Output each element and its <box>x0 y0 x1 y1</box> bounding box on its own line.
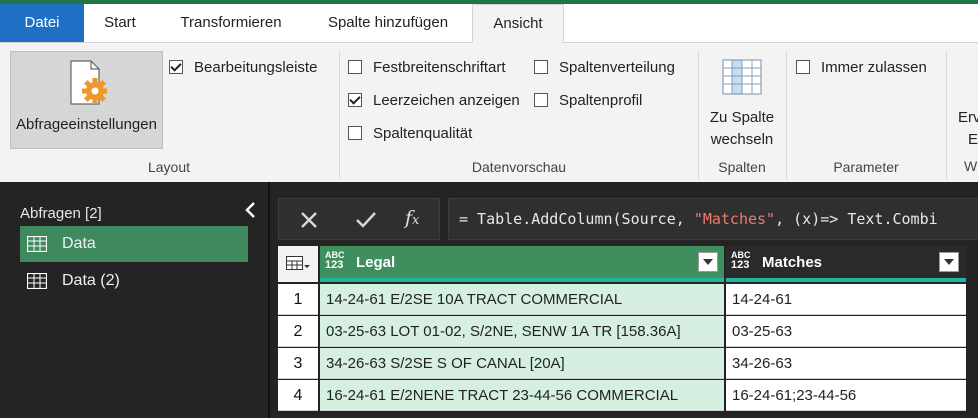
chevron-left-icon[interactable] <box>242 200 260 220</box>
always-allow-checkbox-row[interactable]: Immer zulassen <box>796 56 927 78</box>
group-label-spalten: Spalten <box>718 159 766 175</box>
show-whitespace-checkbox-row[interactable]: Leerzeichen anzeigen <box>348 89 520 111</box>
queries-panel-divider[interactable] <box>268 182 270 418</box>
column-header-label: Legal <box>356 254 396 271</box>
group-divider <box>946 51 947 179</box>
column-distribution-checkbox[interactable] <box>534 60 548 74</box>
formula-text[interactable]: = Table.AddColumn(Source, "Matches", (x)… <box>448 198 978 240</box>
column-header-matches[interactable]: ABC 123 Matches <box>726 246 966 282</box>
cutoff-label-top[interactable]: Erv <box>958 109 978 126</box>
filter-dropdown-icon[interactable] <box>939 252 959 272</box>
go-to-column-label-2: wechseln <box>710 131 774 148</box>
formula-bar-checkbox[interactable] <box>169 60 183 74</box>
group-label-parameter: Parameter <box>833 159 899 175</box>
go-to-column-icon <box>722 59 762 95</box>
query-item-label: Data <box>62 235 96 252</box>
column-profile-checkbox-row[interactable]: Spaltenprofil <box>534 89 642 111</box>
tab-datei[interactable]: Datei <box>0 4 84 42</box>
table-cell-legal[interactable]: 03-25-63 LOT 01-02, S/2NE, SENW 1A TR [1… <box>320 316 724 347</box>
column-profile-label: Spaltenprofil <box>559 91 643 109</box>
monospace-checkbox-row[interactable]: Festbreitenschriftart <box>348 56 506 78</box>
type-any-icon[interactable]: ABC 123 <box>731 250 751 271</box>
confirm-check-icon[interactable] <box>355 210 377 230</box>
query-item-label: Data (2) <box>62 272 120 289</box>
always-allow-label: Immer zulassen <box>821 58 927 76</box>
tab-transformieren[interactable]: Transformieren <box>160 4 302 42</box>
formula-string-literal: "Matches" <box>693 210 776 228</box>
table-cell-matches[interactable]: 34-26-63 <box>726 348 966 379</box>
show-whitespace-label: Leerzeichen anzeigen <box>373 91 520 109</box>
table-menu-corner[interactable] <box>278 246 318 282</box>
query-settings-icon <box>70 60 107 105</box>
table-icon <box>27 236 47 252</box>
cutoff-label-mid: E <box>968 131 978 148</box>
formula-bar-controls: fx <box>278 198 440 240</box>
filter-dropdown-icon[interactable] <box>698 252 718 272</box>
table-cell-matches[interactable]: 03-25-63 <box>726 316 966 347</box>
column-distribution-label: Spaltenverteilung <box>559 58 675 76</box>
go-to-column-button[interactable]: Zu Spalte wechseln <box>702 51 782 151</box>
monospace-checkbox[interactable] <box>348 60 362 74</box>
always-allow-checkbox[interactable] <box>796 60 810 74</box>
row-number[interactable]: 3 <box>278 348 318 379</box>
tab-ansicht[interactable]: Ansicht <box>472 4 564 43</box>
query-item-data-2[interactable]: Data (2) <box>20 263 248 299</box>
cancel-icon[interactable] <box>299 210 319 230</box>
queries-pane-title: Abfragen [2] <box>20 205 102 222</box>
ribbon: Abfrageeinstellungen Bearbeitungsleiste … <box>0 43 978 182</box>
fx-icon[interactable]: fx <box>405 207 419 229</box>
table-cell-legal[interactable]: 14-24-61 E/2SE 10A TRACT COMMERCIAL <box>320 284 724 315</box>
formula-bar-label: Bearbeitungsleiste <box>194 58 318 76</box>
formula-code: = Table.AddColumn(Source, <box>459 210 694 228</box>
column-header-label: Matches <box>762 254 823 271</box>
table-cell-matches[interactable]: 14-24-61 <box>726 284 966 315</box>
table-menu-icon <box>286 256 310 270</box>
query-settings-button[interactable]: Abfrageeinstellungen <box>10 51 163 149</box>
column-quality-checkbox-row[interactable]: Spaltenqualität <box>348 122 472 144</box>
tab-start[interactable]: Start <box>84 4 156 42</box>
formula-bar-checkbox-row[interactable]: Bearbeitungsleiste <box>169 56 317 78</box>
cutoff-group-label: W <box>964 158 978 174</box>
column-header-legal[interactable]: ABC 123 Legal <box>320 246 724 282</box>
column-quality-checkbox[interactable] <box>348 126 362 140</box>
row-number[interactable]: 2 <box>278 316 318 347</box>
tab-spalte-hinzufuegen[interactable]: Spalte hinzufügen <box>306 4 470 42</box>
monospace-label: Festbreitenschriftart <box>373 58 506 76</box>
type-any-icon[interactable]: ABC 123 <box>325 250 345 271</box>
table-icon <box>27 273 47 289</box>
go-to-column-label-1: Zu Spalte <box>709 109 775 126</box>
query-item-data[interactable]: Data <box>20 226 248 262</box>
table-cell-legal[interactable]: 34-26-63 S/2SE S OF CANAL [20A] <box>320 348 724 379</box>
group-label-layout: Layout <box>147 159 191 175</box>
row-number[interactable]: 4 <box>278 380 318 411</box>
type-badge-bottom: 123 <box>731 259 750 271</box>
table-cell-legal[interactable]: 16-24-61 E/2NENE TRACT 23-44-56 COMMERCI… <box>320 380 724 411</box>
column-distribution-checkbox-row[interactable]: Spaltenverteilung <box>534 56 675 78</box>
query-settings-label: Abfrageeinstellungen <box>16 116 157 133</box>
column-quality-label: Spaltenqualität <box>373 124 473 142</box>
group-label-datenvorschau: Datenvorschau <box>471 159 567 175</box>
data-grid: ABC 123 Legal ABC 123 Matches 1 14-24-61 E… <box>278 246 966 411</box>
ribbon-tab-bar: Datei Start Transformieren Spalte hinzuf… <box>0 4 978 43</box>
show-whitespace-checkbox[interactable] <box>348 93 362 107</box>
type-badge-bottom: 123 <box>325 259 344 271</box>
column-profile-checkbox[interactable] <box>534 93 548 107</box>
formula-code-rest: , (x)=> Text.Combi <box>775 210 938 228</box>
row-number[interactable]: 1 <box>278 284 318 315</box>
table-cell-matches[interactable]: 16-24-61;23-44-56 <box>726 380 966 411</box>
